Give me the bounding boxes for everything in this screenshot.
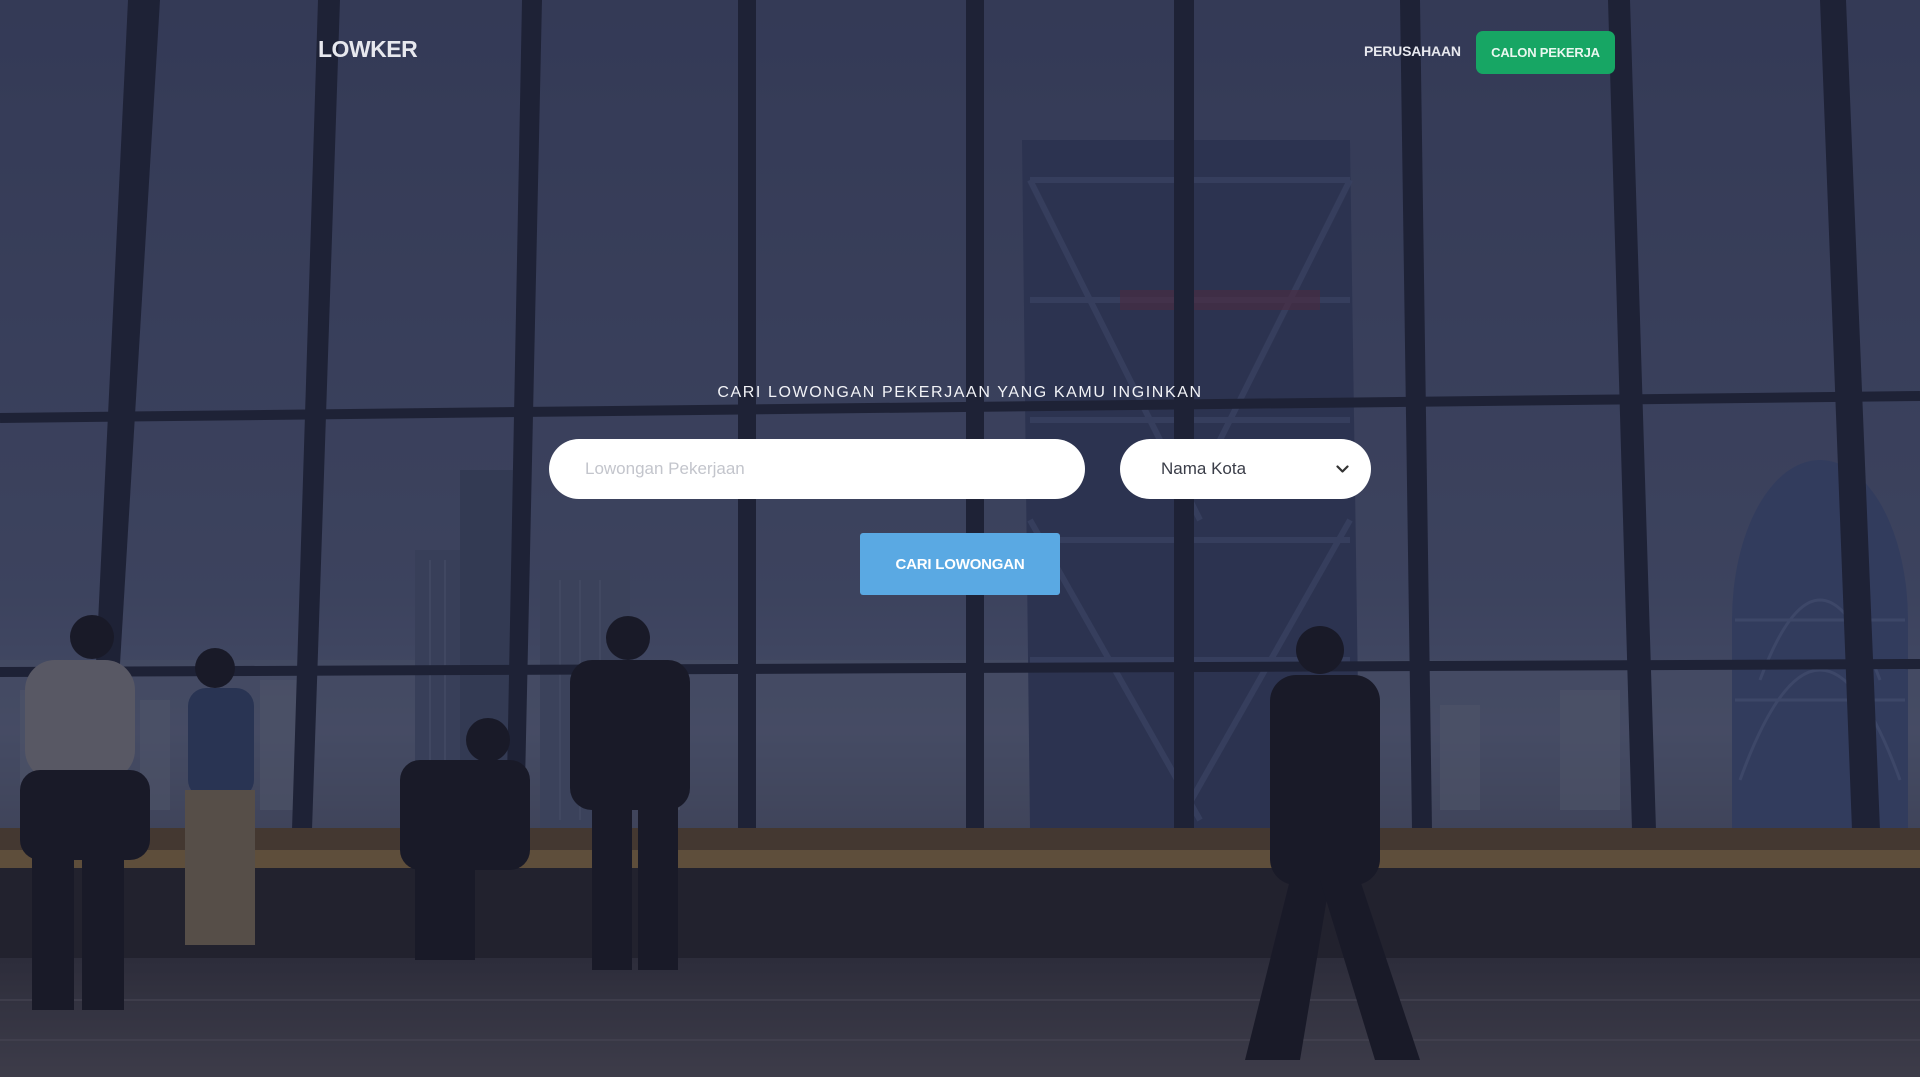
calon-pekerja-button[interactable]: CALON PEKERJA	[1476, 31, 1615, 74]
hero-tagline: CARI LOWONGAN PEKERJAAN YANG KAMU INGINK…	[717, 384, 1203, 401]
job-search-input[interactable]	[549, 439, 1085, 499]
cari-lowongan-button[interactable]: CARI LOWONGAN	[860, 533, 1060, 595]
landing-page: LOWKER PERUSAHAAN CALON PEKERJA CARI LOW…	[0, 0, 1920, 1077]
city-select-value: Nama Kota	[1161, 459, 1247, 478]
chevron-down-icon	[1335, 462, 1349, 476]
brand-logo[interactable]: LOWKER	[318, 36, 418, 63]
navbar: LOWKER PERUSAHAAN CALON PEKERJA	[0, 0, 1920, 104]
nav-link-perusahaan[interactable]: PERUSAHAAN	[1364, 43, 1461, 59]
city-select[interactable]: Nama Kota	[1120, 439, 1371, 499]
